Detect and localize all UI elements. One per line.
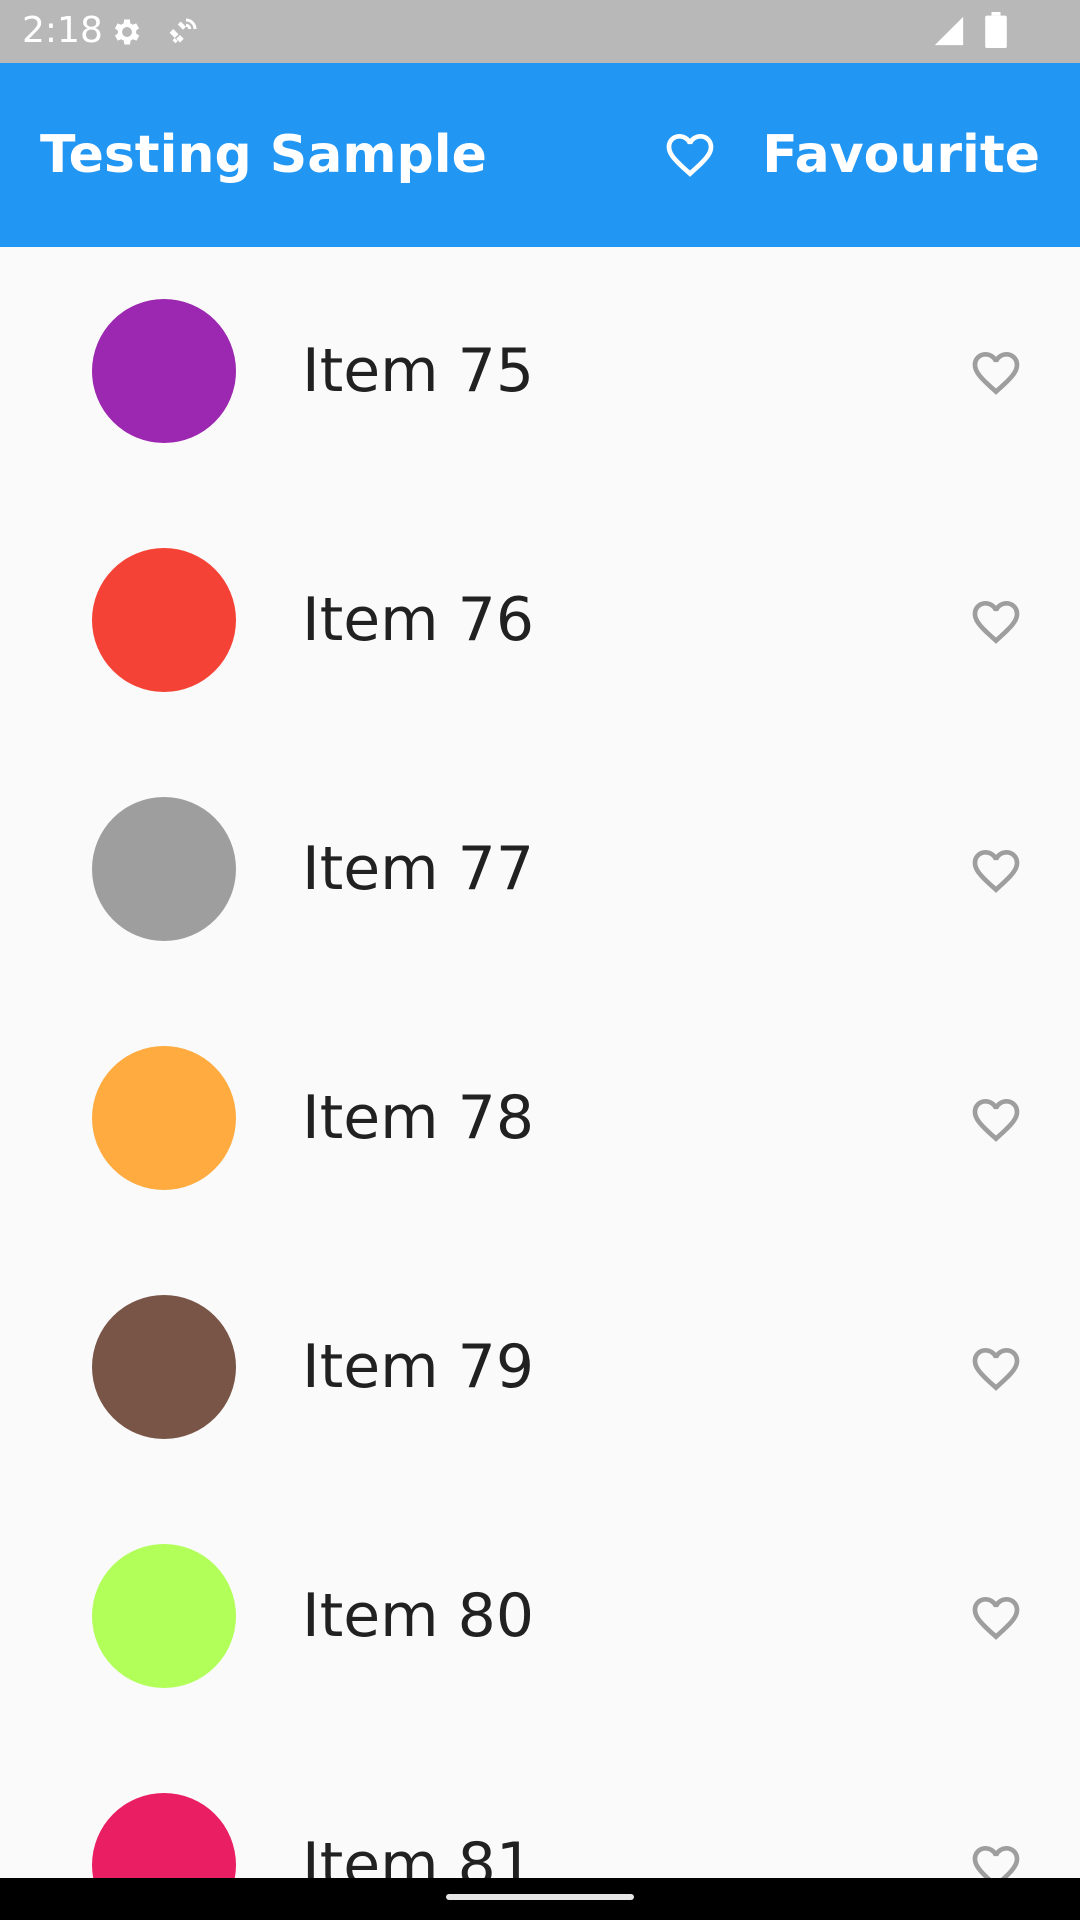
favorite-toggle-button[interactable] bbox=[968, 1341, 1024, 1397]
satellite-icon bbox=[169, 18, 197, 44]
app-bar: Testing Sample Favourite bbox=[0, 63, 1080, 247]
item-label: Item 77 bbox=[302, 834, 535, 904]
heart-outline-icon bbox=[972, 352, 1020, 395]
list-item[interactable]: Item 77 bbox=[0, 745, 1080, 994]
list-item[interactable]: Item 79 bbox=[0, 1243, 1080, 1492]
list-item[interactable]: Item 78 bbox=[0, 994, 1080, 1243]
color-avatar bbox=[92, 1046, 236, 1190]
list-item[interactable]: Item 75 bbox=[0, 247, 1080, 496]
favourite-action-button[interactable]: Favourite bbox=[662, 63, 1040, 247]
favorite-toggle-button[interactable] bbox=[968, 843, 1024, 899]
heart-outline-icon bbox=[972, 1597, 1020, 1640]
item-label: Item 80 bbox=[302, 1581, 535, 1651]
color-avatar bbox=[92, 797, 236, 941]
item-label: Item 78 bbox=[302, 1083, 535, 1153]
heart-outline-icon bbox=[972, 1348, 1020, 1391]
item-list[interactable]: Item 75 Item 76 Item 77 Item 78 Item 79 Item … bbox=[0, 247, 1080, 1878]
item-label: Item 76 bbox=[302, 585, 535, 655]
signal-icon bbox=[934, 16, 964, 46]
list-item[interactable]: Item 80 bbox=[0, 1492, 1080, 1741]
color-avatar bbox=[92, 1544, 236, 1688]
favorite-toggle-button[interactable] bbox=[968, 1590, 1024, 1646]
navigation-bar bbox=[0, 1878, 1080, 1920]
favorite-toggle-button[interactable] bbox=[968, 1839, 1024, 1878]
battery-icon bbox=[985, 12, 1007, 48]
gear-icon bbox=[114, 19, 140, 45]
color-avatar bbox=[92, 548, 236, 692]
home-gesture-handle[interactable] bbox=[446, 1894, 634, 1900]
list-item[interactable]: Item 81 bbox=[0, 1741, 1080, 1878]
status-time: 2:18 bbox=[22, 10, 103, 51]
heart-outline-icon bbox=[666, 134, 714, 177]
color-avatar bbox=[92, 1295, 236, 1439]
favorite-toggle-button[interactable] bbox=[968, 1092, 1024, 1148]
heart-outline-icon bbox=[972, 1099, 1020, 1142]
heart-outline-icon bbox=[972, 601, 1020, 644]
item-label: Item 81 bbox=[302, 1830, 535, 1878]
heart-outline-icon bbox=[972, 1846, 1020, 1878]
list-item[interactable]: Item 76 bbox=[0, 496, 1080, 745]
favorite-toggle-button[interactable] bbox=[968, 594, 1024, 650]
item-label: Item 75 bbox=[302, 336, 535, 406]
color-avatar bbox=[92, 1793, 236, 1878]
status-bar: 2:18 bbox=[0, 0, 1080, 63]
app-title: Testing Sample bbox=[40, 125, 487, 185]
favourite-action-label: Favourite bbox=[762, 125, 1040, 185]
heart-outline-icon bbox=[972, 850, 1020, 893]
color-avatar bbox=[92, 299, 236, 443]
item-label: Item 79 bbox=[302, 1332, 535, 1402]
favorite-toggle-button[interactable] bbox=[968, 345, 1024, 401]
